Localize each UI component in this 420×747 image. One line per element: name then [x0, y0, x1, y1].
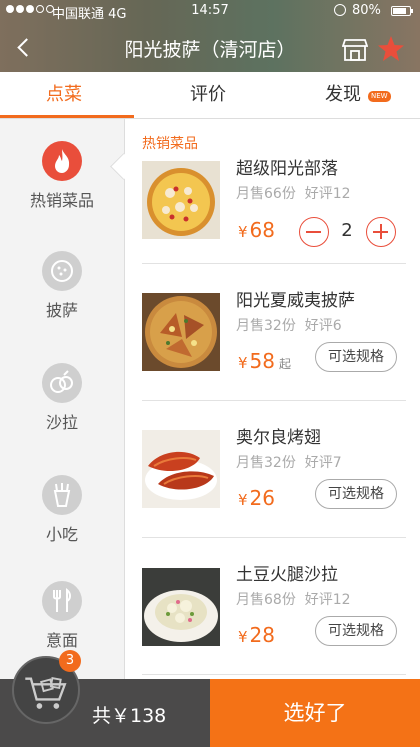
price-value: 26: [249, 486, 275, 510]
checkout-button[interactable]: 选好了: [210, 679, 420, 747]
new-badge: NEW: [368, 91, 391, 102]
category-sidebar: 热销菜品 披萨 沙拉 小吃 意面: [0, 119, 137, 679]
food-image: [142, 430, 220, 508]
tab-reviews[interactable]: 评价: [190, 72, 226, 118]
sidebar-item-label: 意面: [45, 631, 78, 650]
quantity-value: 2: [341, 220, 353, 241]
price-value: 28: [249, 623, 275, 647]
sidebar-item-label: 小吃: [45, 525, 78, 544]
item-name: 超级阳光部落: [236, 159, 338, 179]
tab-order[interactable]: 点菜: [46, 72, 82, 118]
item-name: 阳光夏威夷披萨: [236, 291, 355, 311]
quantity-plus-button[interactable]: [366, 217, 396, 247]
cart-total: 共￥138: [92, 705, 167, 727]
select-spec-button[interactable]: 可选规格: [315, 342, 397, 372]
fork-knife-icon: [42, 581, 82, 621]
list-item[interactable]: 奥尔良烤翅 月售32份 好评7 ¥26 可选规格: [126, 401, 420, 538]
battery-icon: [391, 6, 413, 16]
item-price: ¥28: [238, 623, 275, 647]
item-name: 土豆火腿沙拉: [236, 565, 338, 585]
food-image: [142, 568, 220, 646]
tab-bar: 点菜 评价 发现 NEW: [0, 72, 420, 119]
divider: [142, 674, 406, 675]
currency-symbol: ¥: [238, 354, 248, 372]
item-meta: 月售66份 好评12: [236, 183, 351, 203]
sidebar-item-salad[interactable]: 沙拉: [0, 359, 124, 459]
quantity-minus-button[interactable]: [299, 217, 329, 247]
snack-icon: [42, 475, 82, 515]
status-bar: 中国联通 4G 14:57 80%: [0, 0, 420, 22]
item-sales: 月售66份: [236, 186, 296, 202]
select-spec-button[interactable]: 可选规格: [315, 616, 397, 646]
salad-icon: [42, 363, 82, 403]
item-price: ¥68: [238, 218, 275, 242]
food-image: [142, 293, 220, 371]
fire-icon: [42, 141, 82, 181]
rotation-lock-icon: [334, 4, 346, 16]
item-name: 奥尔良烤翅: [236, 428, 321, 448]
item-sales: 月售68份: [236, 592, 296, 608]
sidebar-item-pizza[interactable]: 披萨: [0, 247, 124, 347]
store-icon[interactable]: [342, 36, 368, 62]
currency-symbol: ¥: [238, 491, 248, 509]
currency-symbol: ¥: [238, 223, 248, 241]
currency-symbol: ¥: [238, 628, 248, 646]
price-suffix: 起: [279, 357, 292, 371]
sidebar-item-snack[interactable]: 小吃: [0, 471, 124, 571]
item-meta: 月售68份 好评12: [236, 589, 351, 609]
item-price: ¥26: [238, 486, 275, 510]
battery-percent: 80%: [352, 3, 381, 18]
favorite-star-icon[interactable]: [377, 35, 405, 63]
sidebar-item-label: 披萨: [45, 301, 78, 320]
tab-discover[interactable]: 发现: [325, 72, 361, 118]
sidebar-item-label: 沙拉: [45, 413, 78, 432]
sidebar-item-label: 热销菜品: [29, 191, 94, 210]
item-sales: 月售32份: [236, 455, 296, 471]
list-item[interactable]: 阳光夏威夷披萨 月售32份 好评6 ¥58 起 可选规格: [126, 264, 420, 401]
food-image: [142, 161, 220, 239]
item-rating: 好评12: [304, 592, 351, 608]
sidebar-item-hot[interactable]: 热销菜品: [0, 139, 124, 239]
tab-underline: [0, 115, 134, 118]
item-rating: 好评12: [304, 186, 351, 202]
item-sales: 月售32份: [236, 318, 296, 334]
item-rating: 好评7: [304, 455, 342, 471]
select-spec-button[interactable]: 可选规格: [315, 479, 397, 509]
item-rating: 好评6: [304, 318, 342, 334]
item-meta: 月售32份 好评6: [236, 315, 342, 335]
item-meta: 月售32份 好评7: [236, 452, 342, 472]
price-value: 58: [249, 349, 275, 373]
list-item[interactable]: 超级阳光部落 月售66份 好评12 ¥68 2: [126, 127, 420, 264]
list-item[interactable]: 土豆火腿沙拉 月售68份 好评12 ¥28 可选规格: [126, 538, 420, 675]
header: 中国联通 4G 14:57 80% 阳光披萨（清河店）: [0, 0, 420, 72]
item-price: ¥58 起: [238, 349, 291, 373]
pizza-icon: [42, 251, 82, 291]
price-value: 68: [249, 218, 275, 242]
cart-count-badge: 3: [59, 650, 81, 672]
